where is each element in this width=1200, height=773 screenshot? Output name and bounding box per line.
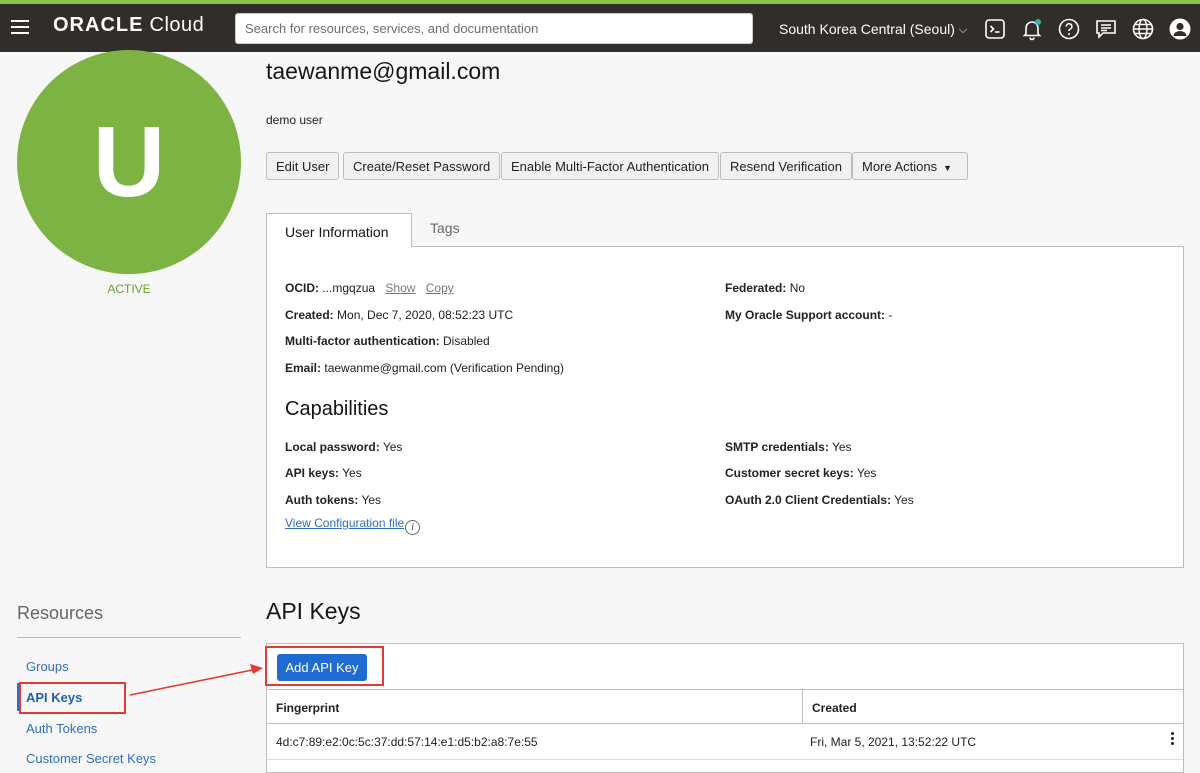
resource-link-api-keys[interactable]: API Keys xyxy=(26,690,82,705)
column-divider xyxy=(802,690,803,724)
ocid-copy-link[interactable]: Copy xyxy=(426,281,454,295)
ocid-field: OCID: ...mgqzua Show Copy xyxy=(285,281,454,295)
ocid-show-link[interactable]: Show xyxy=(385,281,415,295)
resources-divider xyxy=(17,637,241,638)
page-title: taewanme@gmail.com xyxy=(266,58,501,84)
enable-mfa-button[interactable]: Enable Multi-Factor Authentication xyxy=(501,152,719,180)
cloud-shell-icon[interactable] xyxy=(983,17,1007,41)
create-reset-password-button[interactable]: Create/Reset Password xyxy=(343,152,501,180)
resource-link-auth-tokens[interactable]: Auth Tokens xyxy=(26,721,97,736)
caret-down-icon: ▼ xyxy=(943,162,953,173)
status-label: ACTIVE xyxy=(107,282,151,296)
chevron-down-icon: ⌵ xyxy=(958,24,968,36)
annotation-arrow-icon xyxy=(129,664,263,696)
table-row: 4d:c7:89:e2:0c:5c:37:dd:57:14:e1:d5:b2:a… xyxy=(267,724,1183,760)
active-resource-indicator xyxy=(17,683,20,711)
info-icon[interactable]: i xyxy=(405,520,421,535)
avatar: U xyxy=(17,50,241,274)
top-nav-bar: ORACLE Cloud South Korea Central (Seoul)… xyxy=(0,0,1200,52)
user-profile-icon[interactable] xyxy=(1168,17,1192,41)
user-description: demo user xyxy=(266,113,323,127)
column-header-fingerprint[interactable]: Fingerprint xyxy=(276,701,339,715)
view-configuration-file-link[interactable]: View Configuration file i xyxy=(285,516,421,535)
edit-user-button[interactable]: Edit User xyxy=(266,152,340,180)
resource-link-customer-secret-keys[interactable]: Customer Secret Keys xyxy=(26,751,156,766)
more-actions-label: More Actions xyxy=(862,158,938,174)
bell-icon[interactable] xyxy=(1020,17,1044,41)
customer-secret-keys-field: Customer secret keys: Yes xyxy=(725,466,877,480)
add-api-key-button[interactable]: Add API Key xyxy=(277,654,367,681)
globe-icon[interactable] xyxy=(1131,17,1155,41)
federated-field: Federated: No xyxy=(725,281,806,295)
local-password-field: Local password: Yes xyxy=(285,440,403,454)
created-cell: Fri, Mar 5, 2021, 13:52:22 UTC xyxy=(810,735,977,749)
resource-link-groups[interactable]: Groups xyxy=(26,659,69,674)
oracle-cloud-logo[interactable]: ORACLE Cloud xyxy=(53,14,204,37)
hamburger-menu-icon[interactable] xyxy=(11,20,29,34)
fingerprint-cell: 4d:c7:89:e2:0c:5c:37:dd:57:14:e1:d5:b2:a… xyxy=(276,735,538,749)
support-account-field: My Oracle Support account: - xyxy=(725,308,893,322)
api-keys-table-header: Fingerprint Created xyxy=(267,689,1183,724)
capabilities-heading: Capabilities xyxy=(285,398,389,420)
column-header-created[interactable]: Created xyxy=(812,701,857,715)
created-field: Created: Mon, Dec 7, 2020, 08:52:23 UTC xyxy=(285,308,514,322)
help-icon[interactable] xyxy=(1057,17,1081,41)
resend-verification-button[interactable]: Resend Verification xyxy=(720,152,853,180)
resources-heading: Resources xyxy=(17,603,104,623)
api-keys-capability-field: API keys: Yes xyxy=(285,466,362,480)
mfa-field: Multi-factor authentication: Disabled xyxy=(285,334,490,348)
tab-user-information[interactable]: User Information xyxy=(266,213,412,247)
region-label: South Korea Central (Seoul) xyxy=(779,21,955,37)
api-keys-heading: API Keys xyxy=(266,598,361,624)
more-actions-button[interactable]: More Actions ▼ xyxy=(852,152,968,180)
smtp-credentials-field: SMTP credentials: Yes xyxy=(725,440,852,454)
auth-tokens-field: Auth tokens: Yes xyxy=(285,493,382,507)
email-field: Email: taewanme@gmail.com (Verification … xyxy=(285,361,564,375)
search-input[interactable] xyxy=(235,13,753,44)
row-actions-kebab-icon[interactable] xyxy=(1168,732,1176,750)
chat-icon[interactable] xyxy=(1094,17,1118,41)
oauth-credentials-field: OAuth 2.0 Client Credentials: Yes xyxy=(725,493,914,507)
region-selector[interactable]: South Korea Central (Seoul) ⌵ xyxy=(779,21,967,38)
